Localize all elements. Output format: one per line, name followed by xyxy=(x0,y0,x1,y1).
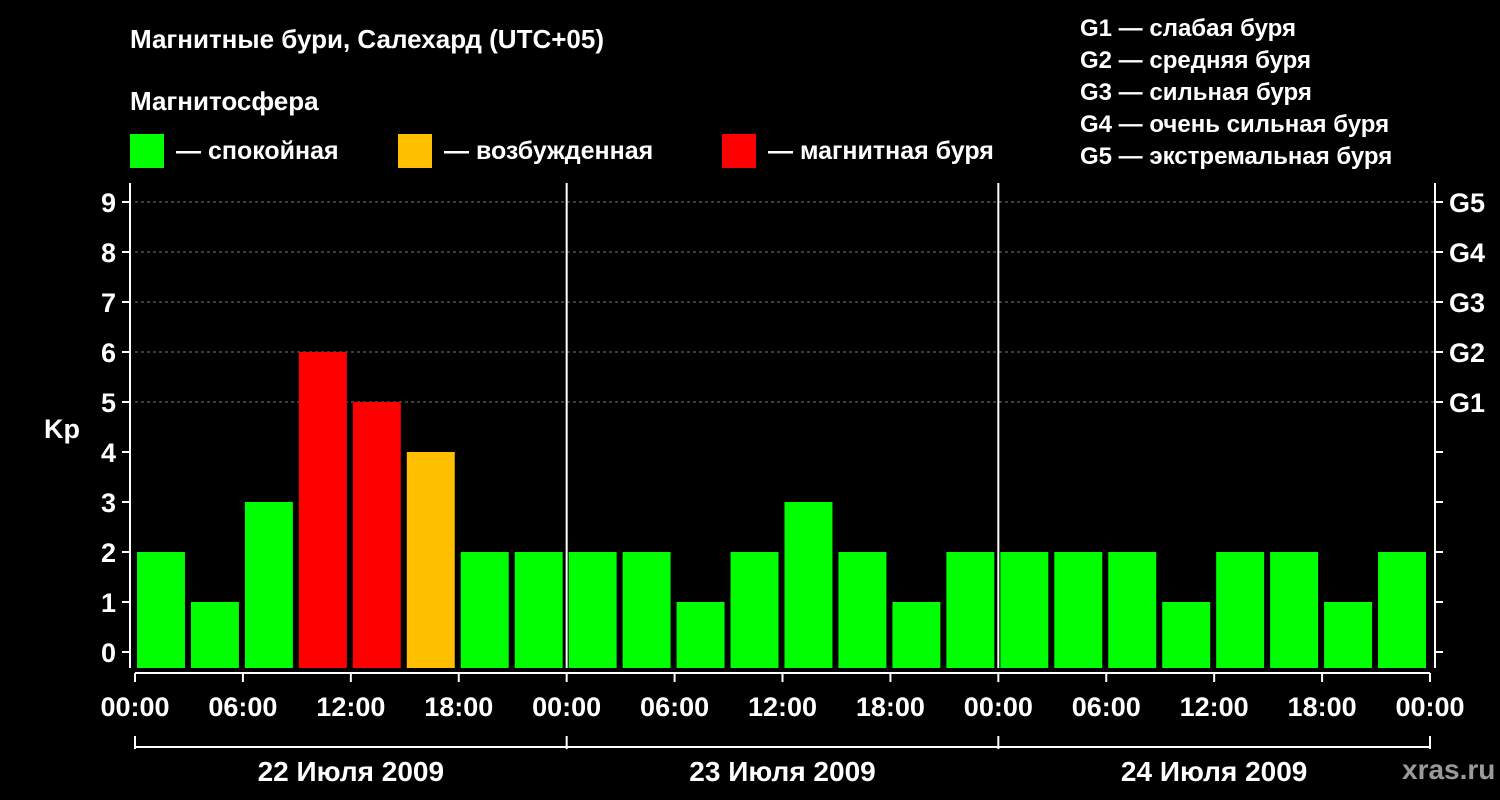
bar xyxy=(730,552,779,668)
g-level-label: G1 xyxy=(1449,388,1485,418)
bar xyxy=(244,502,293,668)
bar xyxy=(622,552,671,668)
bar xyxy=(838,552,887,668)
g-level-label: G5 xyxy=(1449,188,1485,218)
bar xyxy=(784,502,833,668)
bar xyxy=(460,552,509,668)
bar xyxy=(1270,552,1319,668)
x-tick-label: 12:00 xyxy=(748,692,817,722)
kp-chart: 0 1 2 3 4 5 6 7 8 9 Kp G1 G2 G3 G4 G5 00:00 06:00 12:00 18:… xyxy=(44,183,1485,787)
bar xyxy=(1324,602,1373,668)
y-tick-label: 4 xyxy=(101,438,116,468)
x-tick-label: 12:00 xyxy=(1180,692,1249,722)
y-tick-label: 9 xyxy=(101,188,116,218)
y-tick-label: 5 xyxy=(101,388,116,418)
bar xyxy=(1162,602,1211,668)
x-tick-label: 00:00 xyxy=(1395,692,1464,722)
bar xyxy=(1108,552,1157,668)
x-tick-label: 18:00 xyxy=(424,692,493,722)
x-tick-label: 12:00 xyxy=(316,692,385,722)
bar xyxy=(1216,552,1265,668)
bar xyxy=(137,552,185,668)
bar xyxy=(1054,552,1103,668)
x-tick-label: 18:00 xyxy=(856,692,925,722)
bar xyxy=(892,602,941,668)
x-tick-label: 00:00 xyxy=(100,692,169,722)
x-tick-label: 06:00 xyxy=(208,692,277,722)
day-label: 24 Июля 2009 xyxy=(1121,756,1307,787)
x-tick-label: 00:00 xyxy=(964,692,1033,722)
bar xyxy=(568,552,617,668)
y-tick-label: 0 xyxy=(101,638,116,668)
bar xyxy=(514,552,563,668)
bar xyxy=(352,402,401,668)
x-tick-label: 06:00 xyxy=(640,692,709,722)
y-tick-label: 8 xyxy=(101,238,116,268)
y-tick-label: 1 xyxy=(101,588,116,618)
bar xyxy=(676,602,725,668)
y-tick-label: 7 xyxy=(101,288,116,318)
g-level-label: G3 xyxy=(1449,288,1485,318)
day-label: 23 Июля 2009 xyxy=(689,756,875,787)
bar xyxy=(1378,552,1426,668)
g-level-label: G4 xyxy=(1449,238,1485,268)
bar xyxy=(190,602,239,668)
y-tick-label: 6 xyxy=(101,338,116,368)
bar xyxy=(406,452,455,668)
bar xyxy=(1000,552,1049,668)
x-tick-label: 00:00 xyxy=(532,692,601,722)
y-axis-label: Kp xyxy=(44,414,80,444)
bar xyxy=(946,552,995,668)
x-tick-label: 06:00 xyxy=(1072,692,1141,722)
watermark: xras.ru xyxy=(1402,754,1496,785)
y-tick-label: 3 xyxy=(101,488,116,518)
day-label: 22 Июля 2009 xyxy=(258,756,444,787)
y-tick-label: 2 xyxy=(101,538,116,568)
g-level-label: G2 xyxy=(1449,338,1485,368)
x-tick-label: 18:00 xyxy=(1288,692,1357,722)
bar xyxy=(298,352,347,668)
